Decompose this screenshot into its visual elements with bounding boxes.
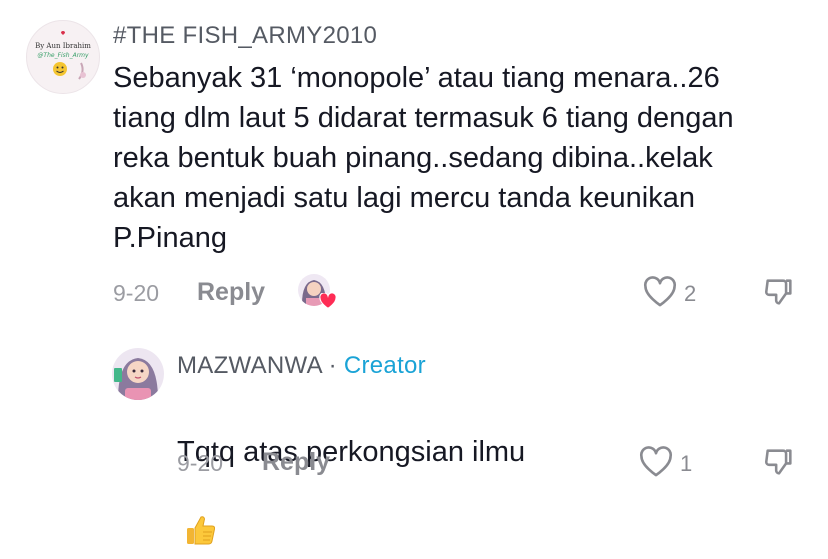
creator-liked-badge <box>298 274 337 310</box>
reply-username[interactable]: MAZWANWA <box>177 352 322 379</box>
comment-text: Sebanyak 31 ‘monopole’ atau tiang menara… <box>113 62 734 254</box>
avatar-logo-icon: By Aun Ibrahim @The_Fish_Army <box>35 31 91 80</box>
heart-filled-icon <box>319 293 337 309</box>
reply-text: Tqtq atas perkongsian ilmu <box>177 436 526 468</box>
comment-username[interactable]: #THE FISH_ARMY2010 <box>113 22 377 50</box>
reply-date: 9-20 <box>177 450 224 476</box>
comment-item: By Aun Ibrahim @The_Fish_Army #THE FISH_… <box>0 0 828 320</box>
reply-avatar-icon <box>114 358 158 400</box>
reply-reply-button[interactable]: Reply <box>262 448 330 477</box>
thumbs-down-icon[interactable] <box>762 445 796 479</box>
avatar[interactable]: By Aun Ibrahim @The_Fish_Army <box>26 20 100 94</box>
reply-item: MAZWANWA · Creator Tqtq atas perkongsian… <box>0 330 828 545</box>
thumbs-down-icon[interactable] <box>762 275 796 309</box>
heart-outline-icon[interactable] <box>642 276 678 308</box>
reply-username-line: MAZWANWA · Creator <box>177 352 426 380</box>
avatar-handle: @The_Fish_Army <box>37 52 89 59</box>
thumbs-up-emoji <box>183 472 219 559</box>
reply-separator: · <box>321 352 344 379</box>
comment-reply-button[interactable]: Reply <box>197 278 265 307</box>
heart-outline-icon[interactable] <box>638 446 674 478</box>
thumbs-up-icon <box>187 516 216 545</box>
reply-avatar[interactable] <box>112 348 164 400</box>
avatar-caption: By Aun Ibrahim <box>35 42 91 50</box>
creator-badge: Creator <box>343 352 426 379</box>
comment-like-count: 2 <box>684 281 697 306</box>
comment-date: 9-20 <box>113 280 160 306</box>
reply-like-count: 1 <box>680 451 693 476</box>
